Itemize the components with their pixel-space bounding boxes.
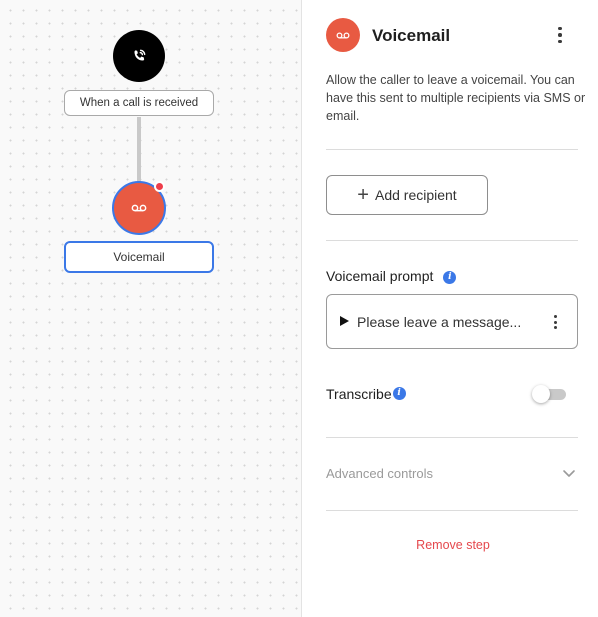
kebab-menu-icon[interactable]	[549, 312, 561, 332]
plus-icon: +	[357, 184, 369, 206]
voicemail-header-icon	[326, 18, 360, 52]
panel-title: Voicemail	[372, 26, 451, 45]
play-icon[interactable]	[340, 316, 349, 326]
voicemail-prompt-value: Please leave a message...	[357, 314, 522, 330]
transcribe-label: Transcribe	[326, 386, 392, 402]
transcribe-toggle[interactable]	[532, 385, 566, 403]
voicemail-prompt-heading: Voicemail prompt i	[326, 268, 457, 284]
chevron-down-icon	[563, 470, 575, 477]
toggle-knob	[532, 385, 550, 403]
info-icon[interactable]: i	[392, 386, 406, 400]
divider	[326, 437, 578, 438]
voicemail-step-label[interactable]: Voicemail	[64, 241, 214, 273]
add-recipient-label: Add recipient	[374, 187, 457, 203]
kebab-menu-icon[interactable]	[551, 24, 569, 46]
voicemail-prompt-field[interactable]: Please leave a message...	[326, 294, 578, 349]
trigger-label[interactable]: When a call is received	[64, 90, 214, 116]
phone-incoming-icon	[134, 49, 146, 61]
divider	[326, 149, 578, 150]
voicemail-icon	[336, 32, 350, 38]
voicemail-icon	[131, 204, 147, 212]
divider	[326, 240, 578, 241]
step-description: Allow the caller to leave a voicemail. Y…	[326, 73, 586, 123]
advanced-controls-toggle[interactable]: Advanced controls	[326, 460, 578, 486]
advanced-controls-label: Advanced controls	[326, 466, 433, 481]
add-recipient-button[interactable]: + Add recipient	[326, 175, 488, 215]
trigger-node[interactable]	[113, 30, 165, 82]
step-settings-panel: Voicemail Allow the caller to leave a vo…	[303, 0, 598, 617]
info-icon[interactable]: i	[443, 270, 457, 284]
divider	[326, 510, 578, 511]
connector-line	[137, 117, 141, 183]
remove-step-button[interactable]: Remove step	[303, 538, 598, 552]
workflow-canvas[interactable]: When a call is received Voicemail	[0, 0, 302, 617]
transcribe-heading: Transcribe i	[326, 386, 406, 402]
alert-dot	[154, 181, 165, 192]
voicemail-prompt-label: Voicemail prompt	[326, 268, 434, 284]
